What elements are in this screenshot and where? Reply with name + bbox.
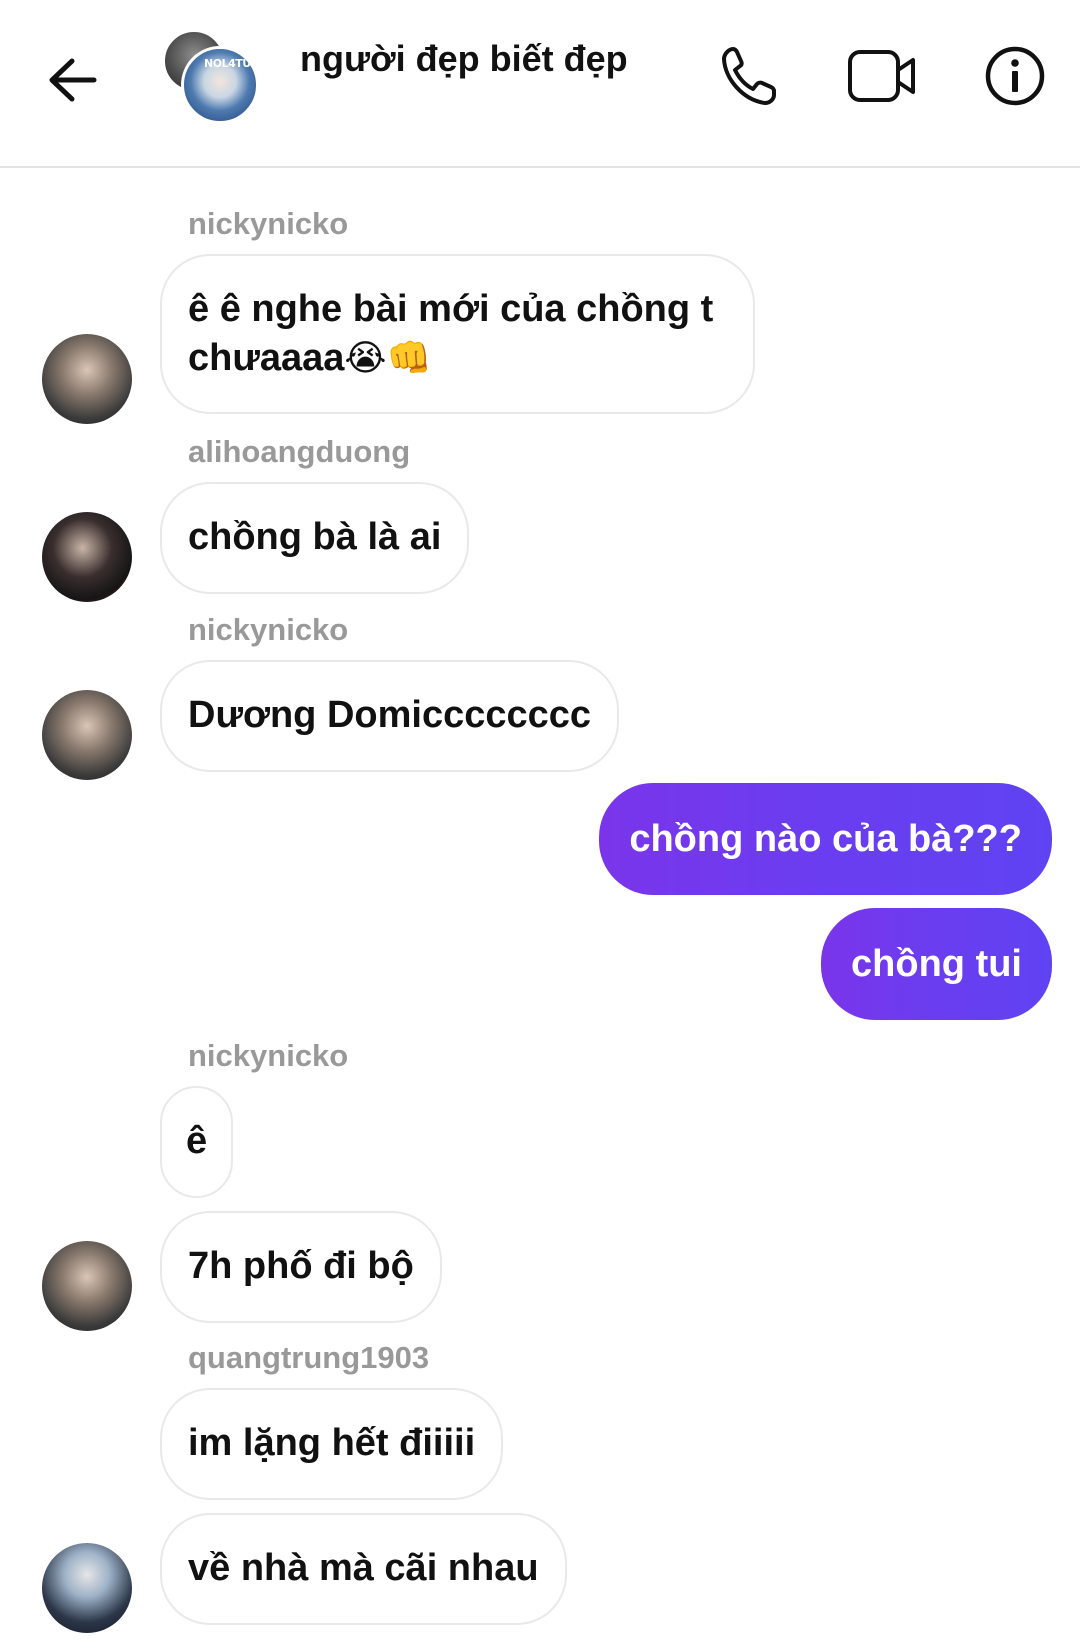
avatar-badge-text: NOL4TUN — [204, 57, 259, 70]
message-text: chồng bà là ai — [188, 516, 442, 559]
message-text-line2: chưaaaa😭👊 — [188, 334, 431, 383]
message-bubble[interactable]: về nhà mà cãi nhau — [160, 1513, 567, 1625]
video-call-button[interactable] — [846, 40, 918, 112]
chat-title[interactable]: người đẹp biết đẹp — [300, 38, 628, 80]
sender-name: alihoangduong — [188, 434, 411, 469]
message-text: chồng nào của bà??? — [629, 817, 1022, 860]
outgoing-message-bubble[interactable]: chồng nào của bà??? — [599, 783, 1052, 895]
info-icon — [985, 46, 1045, 106]
sender-name: nickynicko — [188, 206, 349, 241]
message-bubble[interactable]: Dương Domicccccccc — [160, 660, 620, 772]
avatar-quangtrung1903[interactable] — [42, 1543, 132, 1633]
phone-icon — [722, 47, 776, 105]
sender-name: nickynicko — [188, 1038, 349, 1073]
message-text: chồng tui — [851, 942, 1022, 985]
outgoing-message-bubble[interactable]: chồng tui — [821, 908, 1052, 1020]
message-bubble[interactable]: ê — [160, 1086, 234, 1198]
message-bubble[interactable]: ê ê nghe bài mới của chồng t chưaaaa😭👊 — [160, 254, 755, 414]
message-text: 7h phố đi bộ — [188, 1245, 414, 1288]
sender-name: nickynicko — [188, 612, 349, 647]
message-text: về nhà mà cãi nhau — [188, 1547, 539, 1590]
message-bubble[interactable]: im lặng hết điiiii — [160, 1388, 504, 1500]
message-text: Dương Domicccccccc — [188, 694, 592, 737]
message-text: chưaaaa — [188, 337, 345, 379]
message-bubble[interactable]: chồng bà là ai — [160, 482, 470, 594]
group-avatar[interactable]: NOL4TUN — [163, 30, 259, 124]
voice-call-button[interactable] — [712, 40, 784, 112]
avatar-nickynicko[interactable] — [42, 1241, 132, 1331]
chat-header: NOL4TUN người đẹp biết đẹp — [0, 0, 1080, 168]
message-bubble[interactable]: 7h phố đi bộ — [160, 1211, 442, 1323]
avatar-nickynicko[interactable] — [42, 690, 132, 780]
emoji: 😭👊 — [344, 338, 432, 379]
avatar-alihoangduong[interactable] — [42, 512, 132, 602]
chat-info-button[interactable] — [979, 40, 1051, 112]
member-avatar: NOL4TUN — [181, 46, 259, 124]
video-camera-icon — [848, 50, 915, 102]
chat-screen: NOL4TUN người đẹp biết đẹp nickynicko ê … — [0, 0, 1080, 1641]
message-text: im lặng hết điiiii — [188, 1422, 476, 1465]
avatar-nickynicko[interactable] — [42, 334, 132, 424]
sender-name: quangtrung1903 — [188, 1340, 430, 1375]
message-text: ê ê nghe bài mới của chồng t — [188, 287, 714, 330]
back-button[interactable] — [40, 48, 104, 112]
message-text: ê — [186, 1120, 208, 1163]
back-arrow-icon — [49, 58, 97, 102]
